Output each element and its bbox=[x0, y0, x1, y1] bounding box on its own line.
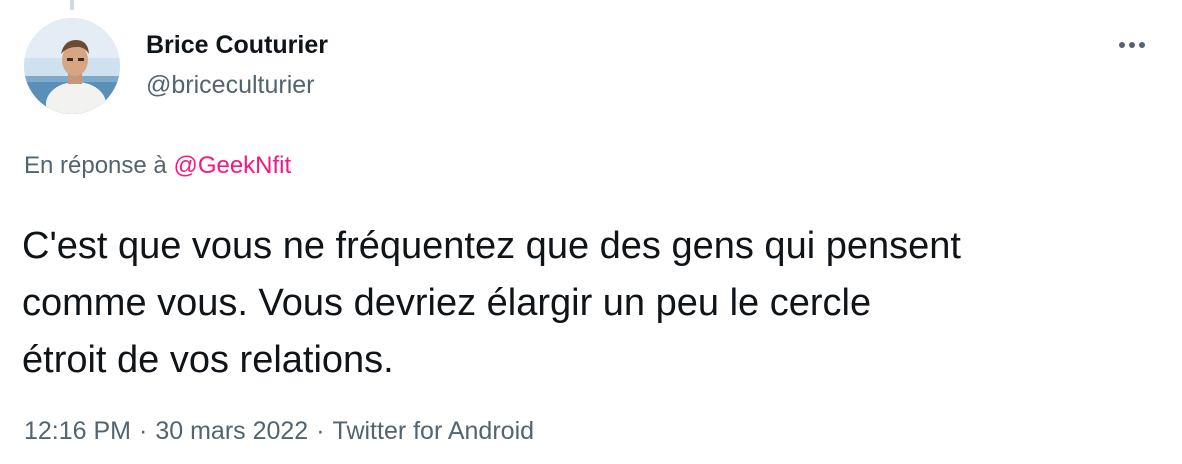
meta-separator: · bbox=[139, 417, 148, 445]
tweet-time[interactable]: 12:16 PM bbox=[24, 417, 131, 445]
more-options-button[interactable] bbox=[1112, 28, 1152, 62]
reply-mention-link[interactable]: @GeekNfit bbox=[173, 152, 291, 179]
tweet-text: C'est que vous ne fréquentez que des gen… bbox=[22, 218, 1172, 389]
more-horizontal-icon bbox=[1119, 42, 1145, 48]
avatar[interactable] bbox=[24, 18, 120, 114]
tweet-source[interactable]: Twitter for Android bbox=[333, 417, 534, 445]
meta-separator: · bbox=[316, 417, 325, 445]
tweet-metadata: 12:16 PM · 30 mars 2022 · Twitter for Androi… bbox=[24, 416, 534, 446]
tweet-text-line: C'est que vous ne fréquentez que des gen… bbox=[22, 225, 961, 267]
reply-context: En réponse à @GeekNfit bbox=[24, 151, 291, 181]
tweet-text-line: étroit de vos relations. bbox=[22, 339, 394, 381]
tweet-text-line: comme vous. Vous devriez élargir un peu … bbox=[22, 282, 872, 324]
avatar-photo bbox=[24, 18, 120, 114]
author-handle[interactable]: @briceculturier bbox=[146, 70, 314, 100]
reply-prefix: En réponse à bbox=[24, 152, 167, 179]
author-name[interactable]: Brice Couturier bbox=[146, 30, 328, 60]
thread-connector-line bbox=[70, 0, 74, 10]
tweet-date[interactable]: 30 mars 2022 bbox=[155, 417, 308, 445]
